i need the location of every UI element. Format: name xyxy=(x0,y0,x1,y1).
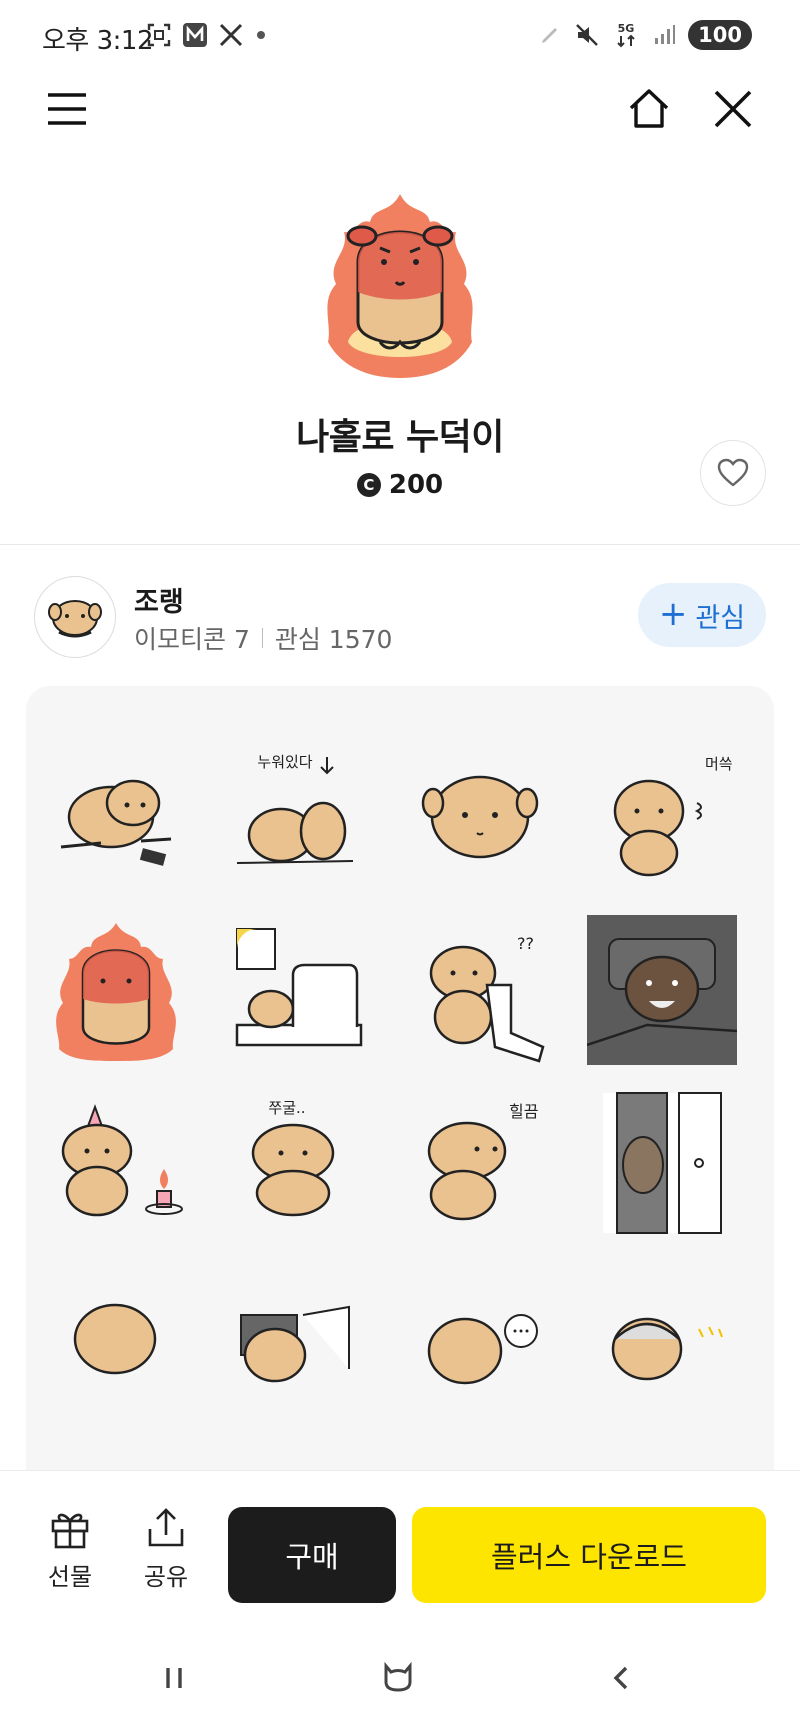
screenshot-icon xyxy=(146,22,172,48)
sticker-cell-16[interactable] xyxy=(580,1252,744,1416)
system-navigation-bar xyxy=(0,1620,800,1734)
product-title: 나홀로 누덕이 xyxy=(296,417,504,458)
price-value: 200 xyxy=(388,470,444,500)
menu-button[interactable] xyxy=(42,84,92,134)
stat-separator xyxy=(261,628,263,648)
sticker-cell-4[interactable]: 머쓱 xyxy=(580,736,744,900)
creator-stats: 이모티콘 7 관심 1570 xyxy=(134,620,392,656)
recent-apps-button[interactable] xyxy=(144,1648,204,1708)
puppy-glancing-icon: 힐끔 xyxy=(427,1102,538,1221)
hero-emoticon-image xyxy=(318,192,482,384)
puppy-dark-room-icon xyxy=(587,915,737,1065)
puppy-lying-phone-icon xyxy=(60,779,172,866)
notification-dot-icon xyxy=(254,28,268,42)
puppy-in-doorway-icon xyxy=(603,1092,722,1234)
m-app-icon xyxy=(182,22,208,48)
sticker-cell-11[interactable]: 힐끔 xyxy=(398,1080,562,1244)
sticker-cell-5[interactable] xyxy=(34,908,198,1072)
status-right-icons: 5G 100 xyxy=(538,20,752,50)
follower-count: 관심 1570 xyxy=(274,625,393,654)
svg-text:5G: 5G xyxy=(618,22,635,35)
follow-button[interactable]: + 관심 xyxy=(638,583,766,647)
pen-icon xyxy=(538,23,562,47)
sticker-cell-2[interactable]: 누워있다 xyxy=(216,736,380,900)
sticker-cell-12[interactable] xyxy=(580,1080,744,1244)
sticker-cell-6[interactable] xyxy=(216,908,380,1072)
svg-text:??: ?? xyxy=(517,934,534,953)
svg-text:쭈굴..: 쭈굴.. xyxy=(268,1099,305,1117)
plus-icon: + xyxy=(658,593,688,634)
heart-icon xyxy=(717,458,749,487)
network-5g-icon: 5G xyxy=(612,20,640,50)
sticker-cell-8[interactable] xyxy=(580,908,744,1072)
home-cat-icon xyxy=(384,1662,412,1692)
mute-icon xyxy=(574,22,600,48)
sticker-cell-3[interactable] xyxy=(398,736,562,900)
bottom-action-bar: 선물 공유 구매 플러스 다운로드 xyxy=(0,1470,800,1620)
close-button[interactable] xyxy=(708,84,758,134)
puppy-partial-2-icon xyxy=(240,1305,350,1383)
recent-apps-icon xyxy=(166,1668,182,1688)
home-system-button[interactable] xyxy=(368,1648,428,1708)
status-time: 오후 3:12 xyxy=(42,26,154,56)
puppy-in-bed-icon xyxy=(235,928,363,1047)
creator-avatar[interactable] xyxy=(34,576,116,658)
x-app-icon xyxy=(218,22,244,48)
svg-text:힐끔: 힐끔 xyxy=(509,1102,538,1121)
battery-indicator: 100 xyxy=(688,20,752,50)
emoticon-count: 이모티콘 7 xyxy=(134,625,250,654)
plus-download-button[interactable]: 플러스 다운로드 xyxy=(412,1507,766,1603)
gift-button[interactable]: 선물 xyxy=(30,1507,110,1592)
puppy-holding-sock-icon: ?? xyxy=(429,934,545,1063)
sticker-cell-10[interactable]: 쭈굴.. xyxy=(216,1080,380,1244)
top-navigation xyxy=(0,76,800,142)
share-icon xyxy=(148,1508,184,1547)
sticker-cell-14[interactable] xyxy=(216,1252,380,1416)
hamburger-icon xyxy=(48,93,86,125)
sticker-cell-1[interactable] xyxy=(34,736,198,900)
sticker-cell-15[interactable] xyxy=(398,1252,562,1416)
gift-icon xyxy=(51,1513,89,1549)
puppy-partial-4-icon xyxy=(611,1317,723,1381)
sticker-cell-9[interactable] xyxy=(34,1080,198,1244)
signal-icon xyxy=(652,23,676,47)
sticker-cell-7[interactable]: ?? xyxy=(398,908,562,1072)
creator-name[interactable]: 조랭 xyxy=(134,580,184,619)
share-button[interactable]: 공유 xyxy=(126,1507,206,1592)
back-button[interactable] xyxy=(592,1648,652,1708)
like-button[interactable] xyxy=(700,440,766,506)
puppy-birthday-candle-icon xyxy=(61,1104,183,1217)
puppy-angry-fire-icon xyxy=(56,923,176,1061)
svg-text:누워있다: 누워있다 xyxy=(257,753,312,771)
coin-icon: C xyxy=(356,473,381,497)
home-button[interactable] xyxy=(624,84,674,134)
puppy-lying-down-icon: 누워있다 xyxy=(236,753,354,864)
buy-button[interactable]: 구매 xyxy=(228,1507,396,1603)
home-icon xyxy=(629,89,669,128)
puppy-partial-1-icon xyxy=(73,1303,157,1375)
follow-label: 관심 xyxy=(695,602,746,634)
close-icon xyxy=(714,90,752,128)
svg-text:머쓱: 머쓱 xyxy=(705,755,733,773)
back-chevron-icon xyxy=(613,1666,628,1690)
puppy-sweating-icon: 머쓱 xyxy=(613,755,733,877)
status-bar: 오후 3:12 5G 100 xyxy=(0,0,800,76)
gift-label: 선물 xyxy=(47,1563,93,1591)
puppy-shrinking-icon: 쭈굴.. xyxy=(251,1099,335,1217)
price-row: C 200 xyxy=(0,470,800,500)
sticker-cell-13[interactable] xyxy=(34,1252,198,1416)
section-divider xyxy=(0,544,800,545)
share-label: 공유 xyxy=(143,1563,189,1591)
puppy-partial-3-icon xyxy=(427,1314,538,1385)
puppy-face-icon xyxy=(421,775,539,859)
status-left-icons xyxy=(146,22,268,48)
